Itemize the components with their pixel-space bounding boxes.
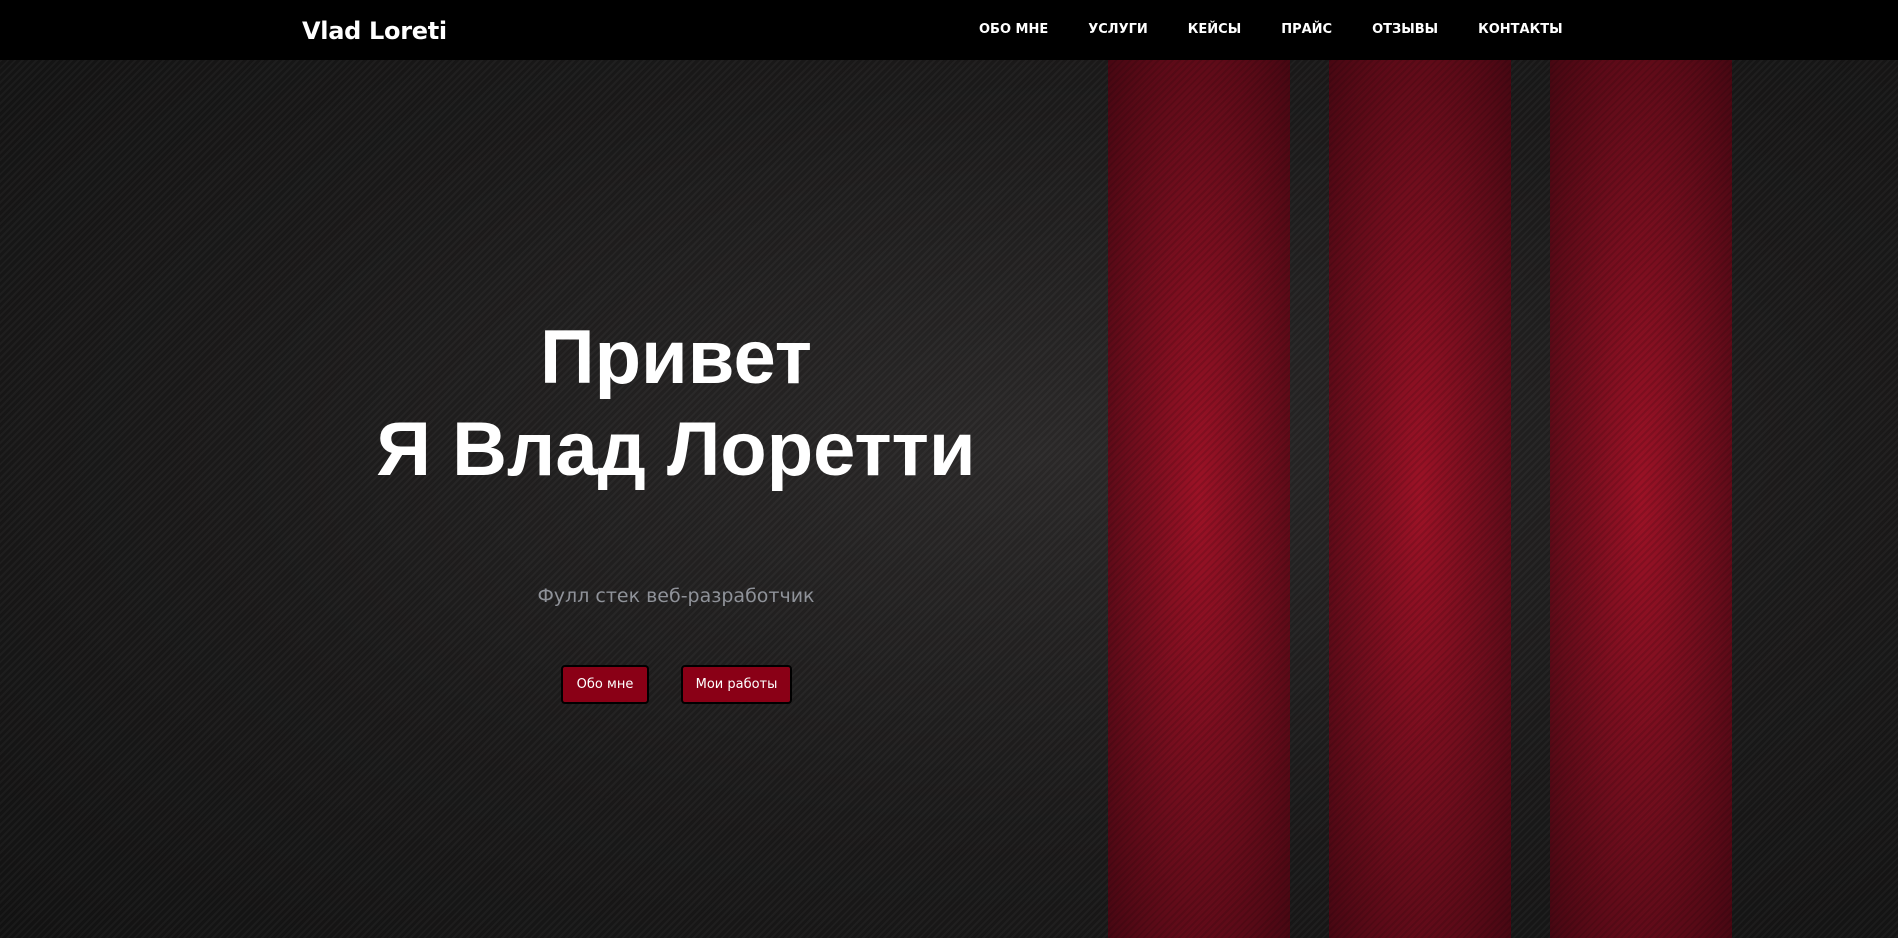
nav-item-price[interactable]: ПРАЙС (1281, 20, 1332, 40)
nav-item-cases[interactable]: КЕЙСЫ (1188, 20, 1241, 40)
nav-item-contacts[interactable]: КОНТАКТЫ (1478, 20, 1562, 40)
decorative-stripe (1108, 60, 1290, 938)
my-works-button[interactable]: Мои работы (681, 665, 792, 704)
decorative-stripe (1329, 60, 1511, 938)
hero-section (0, 60, 1898, 938)
nav-item-services[interactable]: УСЛУГИ (1088, 20, 1148, 40)
nav-item-about[interactable]: ОБО МНЕ (979, 20, 1048, 40)
site-logo[interactable]: Vlad Loreti (302, 14, 447, 48)
about-me-button[interactable]: Обо мне (561, 665, 649, 704)
hero-title-line-greeting: Привет (540, 315, 812, 400)
site-header: Vlad Loreti ОБО МНЕ УСЛУГИ КЕЙСЫ ПРАЙС О… (0, 0, 1898, 60)
main-nav: ОБО МНЕ УСЛУГИ КЕЙСЫ ПРАЙС ОТЗЫВЫ КОНТАК… (979, 20, 1563, 40)
hero-title: Привет Я Влад Лоретти (300, 312, 1052, 496)
decorative-stripe (1550, 60, 1732, 938)
landing-page: Vlad Loreti ОБО МНЕ УСЛУГИ КЕЙСЫ ПРАЙС О… (0, 0, 1898, 938)
nav-item-reviews[interactable]: ОТЗЫВЫ (1372, 20, 1438, 40)
hero-title-line-name: Я Влад Лоретти (376, 407, 976, 492)
hero-subtitle: Фулл стек веб-разработчик (537, 585, 815, 607)
